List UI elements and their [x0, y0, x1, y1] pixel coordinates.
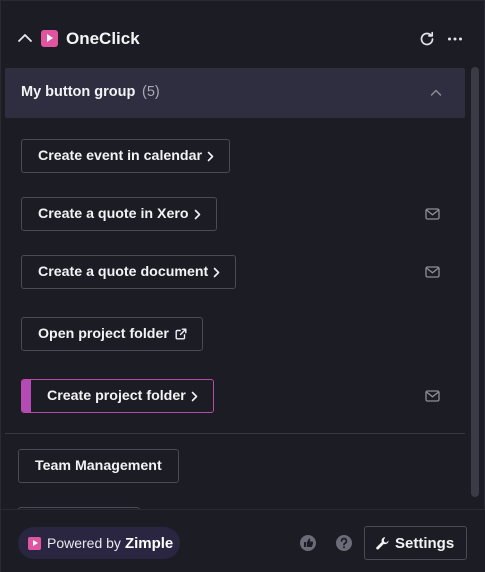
zimple-logo-icon: [28, 536, 41, 550]
settings-label: Settings: [395, 534, 455, 552]
action-label: Create a quote document: [38, 264, 209, 280]
mail-icon[interactable]: [425, 208, 440, 220]
chevron-right-icon: [213, 267, 220, 278]
settings-button[interactable]: Settings: [364, 526, 467, 560]
mail-icon[interactable]: [425, 390, 440, 402]
oneclick-logo-icon: [41, 30, 58, 47]
chevron-right-icon: [194, 209, 201, 220]
more-options-icon[interactable]: [447, 30, 463, 48]
oneclick-panel: OneClick My button group (5) Create even…: [0, 0, 485, 572]
mail-icon[interactable]: [425, 266, 440, 278]
button-list-area: My button group (5) Create event in cale…: [1, 63, 471, 509]
action-label: Create a quote in Xero: [38, 206, 189, 222]
brand-name: Zimple: [124, 534, 174, 552]
help-icon[interactable]: [335, 534, 353, 552]
panel-footer: Powered by Zimple Settings: [1, 509, 485, 572]
refresh-icon[interactable]: [418, 30, 436, 48]
powered-by-text: Powered by: [47, 535, 121, 551]
action-button-create-project-folder[interactable]: Create project folder: [21, 379, 214, 413]
action-button-create-quote-document[interactable]: Create a quote document: [21, 255, 237, 289]
external-link-icon: [175, 328, 187, 340]
action-button-open-project-folder[interactable]: Open project folder: [21, 317, 203, 351]
section-divider: [5, 433, 465, 434]
panel-header: OneClick: [1, 1, 485, 63]
team-management-button[interactable]: Team Management: [18, 449, 179, 483]
group-title: My button group: [21, 84, 136, 100]
wrench-icon: [376, 536, 389, 549]
group-count: (5): [142, 84, 160, 100]
scrollbar-thumb[interactable]: [471, 67, 479, 497]
action-button-create-quote-xero[interactable]: Create a quote in Xero: [21, 197, 217, 231]
chevron-up-icon[interactable]: [17, 30, 33, 46]
app-title: OneClick: [66, 29, 140, 48]
team-management-label: Team Management: [35, 458, 162, 474]
group-header[interactable]: My button group (5): [5, 68, 465, 118]
chevron-up-icon[interactable]: [429, 86, 443, 100]
action-label: Create project folder: [47, 388, 186, 404]
chevron-right-icon: [191, 391, 198, 402]
action-button-create-event[interactable]: Create event in calendar: [21, 139, 231, 173]
powered-by-badge[interactable]: Powered by Zimple: [18, 527, 180, 559]
feedback-icon[interactable]: [299, 534, 317, 552]
chevron-right-icon: [207, 151, 214, 162]
action-label: Open project folder: [38, 326, 169, 342]
action-label: Create event in calendar: [38, 148, 203, 164]
